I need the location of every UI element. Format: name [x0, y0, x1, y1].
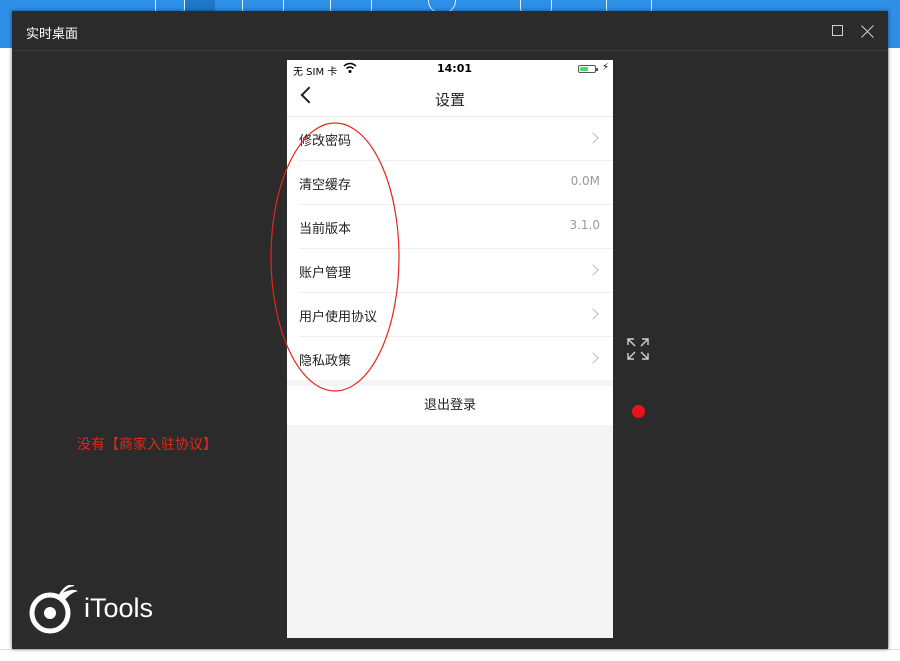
title-divider	[12, 50, 888, 51]
maximize-icon[interactable]	[832, 25, 843, 36]
background-app-sidebar	[0, 48, 12, 660]
chevron-right-icon	[587, 308, 599, 320]
brand-name: iTools	[84, 593, 154, 623]
settings-row-value: 3.1.0	[569, 218, 600, 232]
chevron-right-icon	[587, 264, 599, 276]
background-app-right-panel	[888, 48, 900, 660]
window-title: 实时桌面	[26, 27, 79, 42]
annotation-note: 没有【商家入驻协议】	[77, 437, 217, 453]
charging-icon: ⚡	[602, 62, 610, 73]
page-title: 设置	[434, 91, 465, 109]
settings-row-value: 0.0M	[570, 174, 600, 188]
chevron-right-icon	[587, 132, 599, 144]
wifi-icon	[343, 62, 357, 73]
itools-logo-icon	[29, 585, 78, 634]
carrier-label: 无 SIM 卡	[293, 67, 338, 78]
status-bar: 无 SIM 卡 14:01 ⚡	[287, 60, 613, 80]
close-icon[interactable]	[860, 23, 876, 39]
nav-bar: 设置	[287, 80, 613, 117]
annotation-ellipse	[270, 122, 400, 392]
status-time: 14:01	[437, 62, 473, 75]
battery-icon	[578, 65, 598, 73]
recording-indicator	[632, 405, 645, 418]
background-app-footer	[0, 649, 900, 661]
live-desktop-window: 实时桌面 没有【商家入驻协议】 iTools 无 SIM 卡 14:01 ⚡ 设…	[12, 11, 888, 649]
expand-arrows-icon[interactable]	[626, 337, 650, 361]
battery-level	[580, 67, 589, 71]
chevron-right-icon	[587, 352, 599, 364]
